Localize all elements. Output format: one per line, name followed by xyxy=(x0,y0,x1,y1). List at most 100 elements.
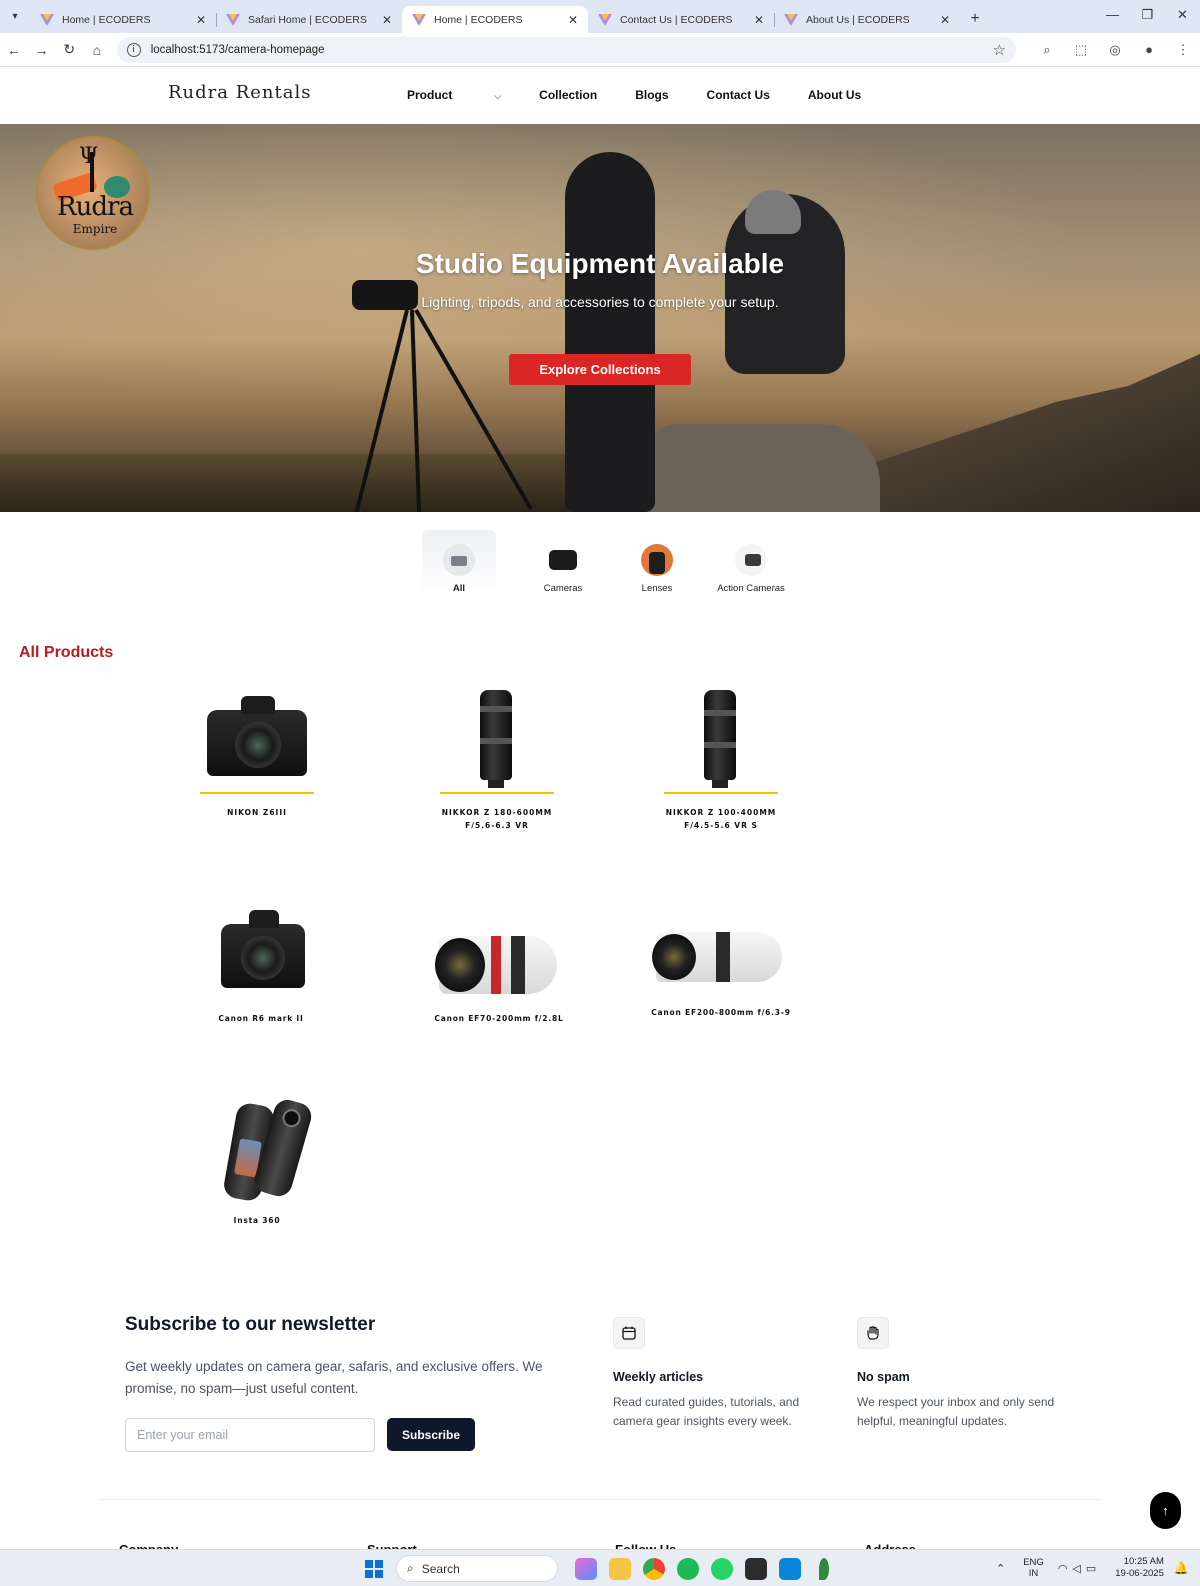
hero-banner: Rudra Empire Studio Equipment Available … xyxy=(0,124,1200,512)
tab-title: Home | ECODERS xyxy=(434,13,523,26)
url-field[interactable]: i localhost:5173/camera-homepage ☆ xyxy=(116,36,1017,63)
close-window-icon[interactable]: ✕ xyxy=(1165,0,1200,30)
email-input[interactable] xyxy=(125,1418,375,1452)
spotify-icon[interactable] xyxy=(677,1558,699,1580)
nav-collection[interactable]: Collection xyxy=(539,88,597,102)
zoom-icon[interactable]: ⌕ xyxy=(1030,42,1064,58)
close-tab-icon[interactable]: ✕ xyxy=(194,13,208,27)
browser-tab-active[interactable]: Home | ECODERS ✕ xyxy=(402,6,588,33)
chevron-up-icon[interactable]: ⌃ xyxy=(996,1562,1005,1575)
product-image xyxy=(432,690,562,790)
product-card[interactable]: Insta 360 xyxy=(182,1096,332,1227)
back-icon[interactable]: ← xyxy=(0,42,28,58)
search-icon: ⌕ xyxy=(407,1561,414,1575)
product-card[interactable]: NIKKOR Z 180-600MM F/5.6-6.3 VR xyxy=(422,690,572,832)
subscribe-button[interactable]: Subscribe xyxy=(387,1418,475,1451)
browser-tab[interactable]: Home | ECODERS ✕ xyxy=(30,6,217,33)
url-text: localhost:5173/camera-homepage xyxy=(150,43,325,56)
site-favicon-icon xyxy=(598,13,612,26)
browser-tab[interactable]: Safari Home | ECODERS ✕ xyxy=(216,6,402,33)
extensions-icon[interactable]: ⬚ xyxy=(1064,42,1098,58)
new-tab-icon[interactable]: + xyxy=(960,10,990,28)
bookmark-star-icon[interactable]: ☆ xyxy=(993,41,1006,59)
vscode-icon[interactable] xyxy=(779,1558,801,1580)
category-all[interactable]: All xyxy=(422,530,496,596)
product-name: Canon R6 mark II xyxy=(218,1014,304,1023)
restore-icon[interactable]: ❐ xyxy=(1130,0,1165,30)
chevron-down-icon: ⌵ xyxy=(494,91,502,101)
close-tab-icon[interactable]: ✕ xyxy=(380,13,394,27)
close-tab-icon[interactable]: ✕ xyxy=(752,13,766,27)
explore-collections-button[interactable]: Explore Collections xyxy=(509,354,691,385)
main-nav: Product ⌵ Collection Blogs Contact Us Abo… xyxy=(407,88,899,102)
terminal-icon[interactable] xyxy=(745,1558,767,1580)
category-filter: All Cameras Lenses Action Cameras xyxy=(422,530,798,596)
site-favicon-icon xyxy=(412,13,426,26)
product-card[interactable]: Canon EF200-800mm f/6.3-9 xyxy=(646,904,796,1019)
category-cameras-image xyxy=(547,544,579,576)
copilot-icon[interactable]: ◎ xyxy=(1098,42,1132,58)
home-icon[interactable]: ⌂ xyxy=(83,42,111,58)
language-indicator[interactable]: ENG IN xyxy=(1023,1557,1044,1579)
tab-title: Contact Us | ECODERS xyxy=(620,13,733,26)
product-name: NIKON Z6III xyxy=(227,808,287,817)
product-name: NIKKOR Z 100-400MM F/4.5-5.6 VR S xyxy=(665,808,777,830)
file-explorer-icon[interactable] xyxy=(609,1558,631,1580)
whatsapp-icon[interactable] xyxy=(711,1558,733,1580)
category-all-image xyxy=(443,544,475,576)
hero-subtitle: Lighting, tripods, and accessories to co… xyxy=(421,294,779,310)
category-lenses[interactable]: Lenses xyxy=(610,530,704,596)
clock[interactable]: 10:25 AM 19-06-2025 xyxy=(1115,1556,1164,1580)
nav-contact-us[interactable]: Contact Us xyxy=(707,88,770,102)
nav-product[interactable]: Product ⌵ xyxy=(407,88,501,102)
scroll-to-top-button[interactable]: ↑ xyxy=(1150,1492,1181,1529)
category-lenses-image xyxy=(641,544,673,576)
reload-icon[interactable]: ↻ xyxy=(55,41,83,58)
chrome-icon[interactable] xyxy=(643,1558,665,1580)
calendar-icon xyxy=(613,1317,645,1349)
site-favicon-icon xyxy=(226,13,240,26)
tab-title: About Us | ECODERS xyxy=(806,13,910,26)
nav-about-us[interactable]: About Us xyxy=(808,88,861,102)
site-info-icon[interactable]: i xyxy=(126,42,141,57)
browser-tab[interactable]: About Us | ECODERS ✕ xyxy=(774,6,960,33)
copilot-app-icon[interactable] xyxy=(575,1558,597,1580)
rudra-empire-logo: Rudra Empire xyxy=(36,136,150,250)
minimize-icon[interactable]: — xyxy=(1095,0,1130,30)
profile-avatar-icon[interactable]: ● xyxy=(1132,42,1166,58)
product-image xyxy=(652,904,786,1004)
product-card[interactable]: NIKON Z6III xyxy=(182,690,332,819)
close-tab-icon[interactable]: ✕ xyxy=(566,13,580,27)
forward-icon[interactable]: → xyxy=(28,42,56,58)
brand-logo[interactable]: Rudra Rentals xyxy=(168,82,311,103)
mongodb-icon[interactable] xyxy=(819,1558,829,1580)
all-products-heading: All Products xyxy=(19,644,114,661)
notification-bell-icon[interactable]: 🔔 xyxy=(1174,1561,1189,1575)
product-card[interactable]: NIKKOR Z 100-400MM F/4.5-5.6 VR S xyxy=(646,690,796,832)
site-favicon-icon xyxy=(784,13,798,26)
nav-blogs[interactable]: Blogs xyxy=(635,88,668,102)
product-name: Canon EF200-800mm f/6.3-9 xyxy=(651,1008,791,1017)
product-card[interactable]: Canon EF70-200mm f/2.8L xyxy=(424,906,574,1025)
product-image xyxy=(196,906,326,1006)
site-favicon-icon xyxy=(40,13,54,26)
browser-tab[interactable]: Contact Us | ECODERS ✕ xyxy=(588,6,775,33)
wifi-volume-battery-icons[interactable]: ◠◁▭ xyxy=(1058,1562,1101,1575)
product-image xyxy=(434,906,564,1006)
product-name: NIKKOR Z 180-600MM F/5.6-6.3 VR xyxy=(441,808,553,830)
close-tab-icon[interactable]: ✕ xyxy=(938,13,952,27)
hero-photo-photographer xyxy=(565,152,655,512)
category-cameras[interactable]: Cameras xyxy=(516,530,610,596)
windows-start-icon[interactable] xyxy=(365,1560,383,1578)
tab-search-chevron-icon[interactable]: ▾ xyxy=(0,0,30,33)
hand-icon xyxy=(857,1317,889,1349)
product-card[interactable]: Canon R6 mark II xyxy=(186,906,336,1025)
hero-title: Studio Equipment Available xyxy=(415,248,785,279)
product-image xyxy=(656,690,786,790)
more-menu-icon[interactable]: ⋮ xyxy=(1166,42,1200,58)
tab-title: Home | ECODERS xyxy=(62,13,151,26)
category-action-cameras[interactable]: Action Cameras xyxy=(704,530,798,596)
category-action-cameras-image xyxy=(735,544,767,576)
taskbar-search[interactable]: ⌕ Search xyxy=(396,1555,558,1582)
browser-tab-bar: ▾ Home | ECODERS ✕ Safari Home | ECODERS… xyxy=(0,0,1200,33)
